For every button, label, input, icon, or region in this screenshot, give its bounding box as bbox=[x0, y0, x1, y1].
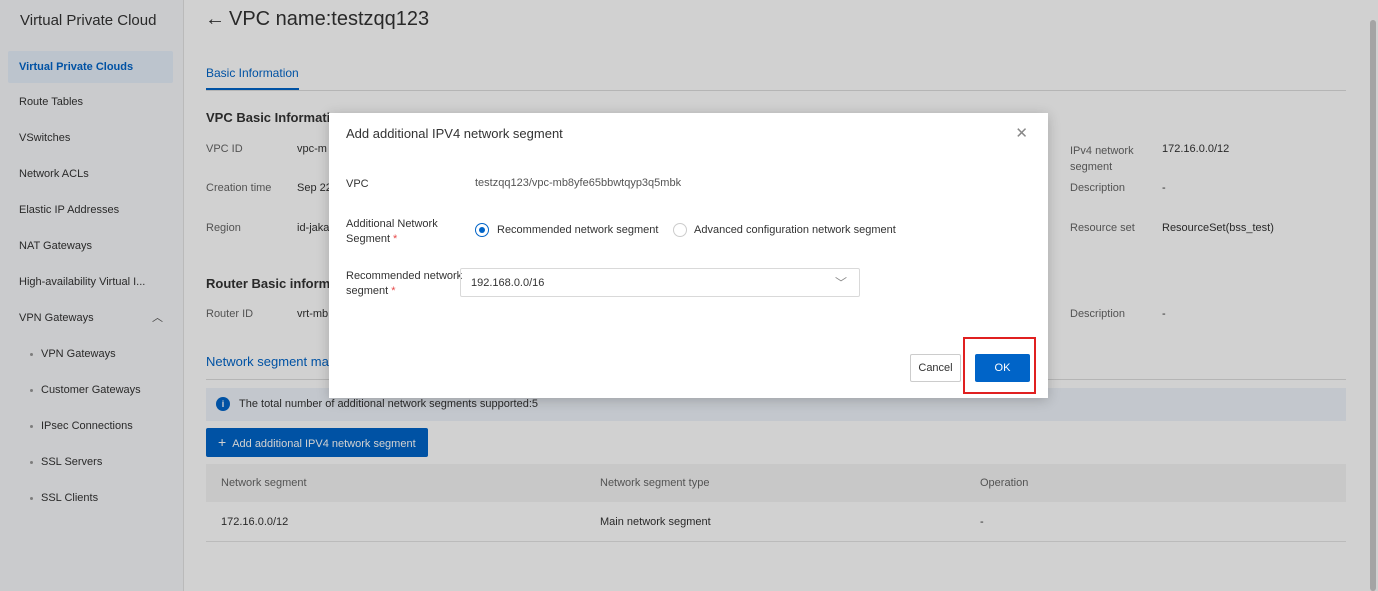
vpc-label: VPC bbox=[346, 178, 369, 190]
additional-segment-label-line1: Additional Network bbox=[346, 218, 438, 230]
add-ipv4-segment-dialog: Add additional IPV4 network segment ✕ VP… bbox=[329, 113, 1048, 398]
chevron-down-icon: ﹀ bbox=[834, 276, 847, 290]
radio-advanced[interactable] bbox=[673, 223, 687, 237]
recommended-segment-label-text: segment bbox=[346, 285, 389, 297]
required-mark: * bbox=[391, 285, 396, 297]
required-mark: * bbox=[393, 233, 398, 245]
dialog-title: Add additional IPV4 network segment bbox=[346, 126, 563, 141]
vpc-value: testzqq123/vpc-mb8yfe65bbwtqyp3q5mbk bbox=[475, 177, 682, 189]
additional-segment-label-text: Segment bbox=[346, 233, 391, 245]
radio-recommended-label[interactable]: Recommended network segment bbox=[497, 224, 658, 236]
ok-button-highlight bbox=[963, 337, 1036, 394]
recommended-segment-label: Recommended network segment * bbox=[346, 269, 462, 299]
additional-segment-label: Additional Network Segment * bbox=[346, 217, 438, 247]
radio-recommended[interactable] bbox=[475, 223, 489, 237]
recommended-segment-select[interactable]: 192.168.0.0/16 ﹀ bbox=[460, 268, 860, 297]
cancel-button[interactable]: Cancel bbox=[910, 354, 961, 382]
additional-segment-label-line2: Segment * bbox=[346, 232, 438, 247]
recommended-segment-label-line2: segment * bbox=[346, 284, 462, 299]
close-icon[interactable]: ✕ bbox=[1015, 124, 1028, 142]
radio-advanced-label[interactable]: Advanced configuration network segment bbox=[694, 224, 896, 236]
recommended-segment-label-line1: Recommended network bbox=[346, 270, 463, 282]
select-value: 192.168.0.0/16 bbox=[471, 277, 545, 289]
